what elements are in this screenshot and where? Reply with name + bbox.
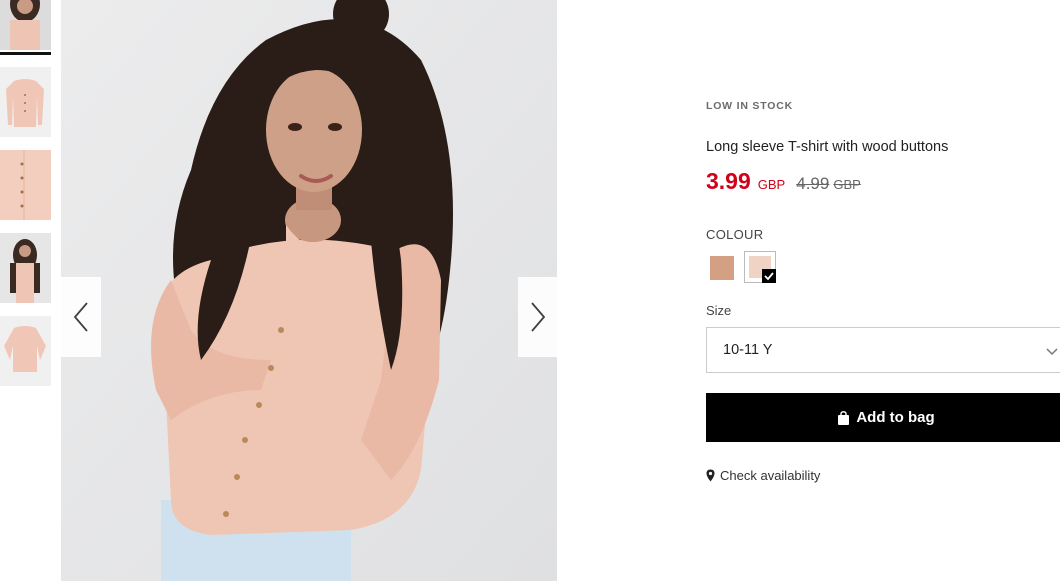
current-price: 3.99 [706, 168, 751, 194]
chevron-down-icon [1046, 348, 1058, 356]
colour-label: COLOUR [706, 227, 764, 242]
main-product-image [61, 0, 557, 581]
check-availability-link[interactable]: Check availability [706, 468, 820, 483]
next-image-button[interactable] [518, 277, 558, 357]
product-title: Long sleeve T-shirt with wood buttons [706, 139, 949, 155]
active-thumbnail-indicator [0, 52, 51, 55]
add-to-bag-button[interactable]: Add to bag [706, 393, 1060, 442]
colour-swatch-pink-selected[interactable] [744, 251, 776, 283]
price-row: 3.99 GBP 4.99 GBP [706, 168, 861, 195]
colour-swatch-tan[interactable] [710, 256, 734, 280]
thumbnail-1[interactable] [0, 0, 51, 50]
check-availability-label: Check availability [720, 468, 821, 483]
size-select[interactable]: 10-11 Y [706, 327, 1060, 373]
current-price-currency: GBP [757, 177, 786, 192]
original-price-currency: GBP [833, 177, 861, 192]
thumbnail-4[interactable] [0, 233, 51, 303]
checkmark-icon [762, 269, 776, 283]
previous-image-button[interactable] [61, 277, 101, 357]
chevron-left-icon [73, 302, 88, 332]
thumbnail-5[interactable] [0, 316, 51, 386]
map-pin-icon [706, 469, 715, 482]
size-selected-value: 10-11 Y [723, 342, 773, 358]
thumbnail-3[interactable] [0, 150, 51, 220]
thumbnail-2[interactable] [0, 67, 51, 137]
shopping-bag-icon [838, 410, 850, 425]
stock-status: LOW IN STOCK [706, 100, 793, 112]
add-to-bag-label: Add to bag [856, 409, 935, 426]
product-photo [61, 0, 557, 581]
chevron-right-icon [531, 302, 546, 332]
original-price: 4.99 [796, 174, 830, 193]
size-label: Size [706, 303, 732, 318]
